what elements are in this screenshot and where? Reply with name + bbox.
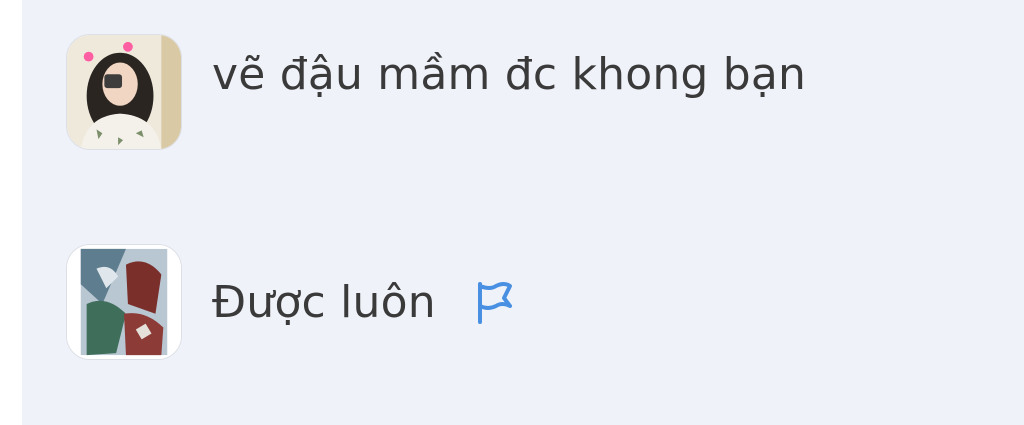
comments-panel: vẽ đậu mầm đc khong bạn Được luôn	[22, 0, 1024, 425]
comment-item: Được luôn	[66, 244, 514, 360]
comment-text: vẽ đậu mầm đc khong bạn	[212, 48, 807, 100]
user-avatar[interactable]	[66, 34, 182, 150]
avatar-anime-icon	[67, 245, 181, 359]
flag-icon[interactable]	[474, 280, 514, 324]
comment-item: vẽ đậu mầm đc khong bạn	[66, 34, 806, 150]
comment-text: Được luôn	[212, 276, 436, 328]
user-avatar[interactable]	[66, 244, 182, 360]
page-margin	[0, 0, 22, 425]
avatar-photo-icon	[67, 35, 181, 149]
